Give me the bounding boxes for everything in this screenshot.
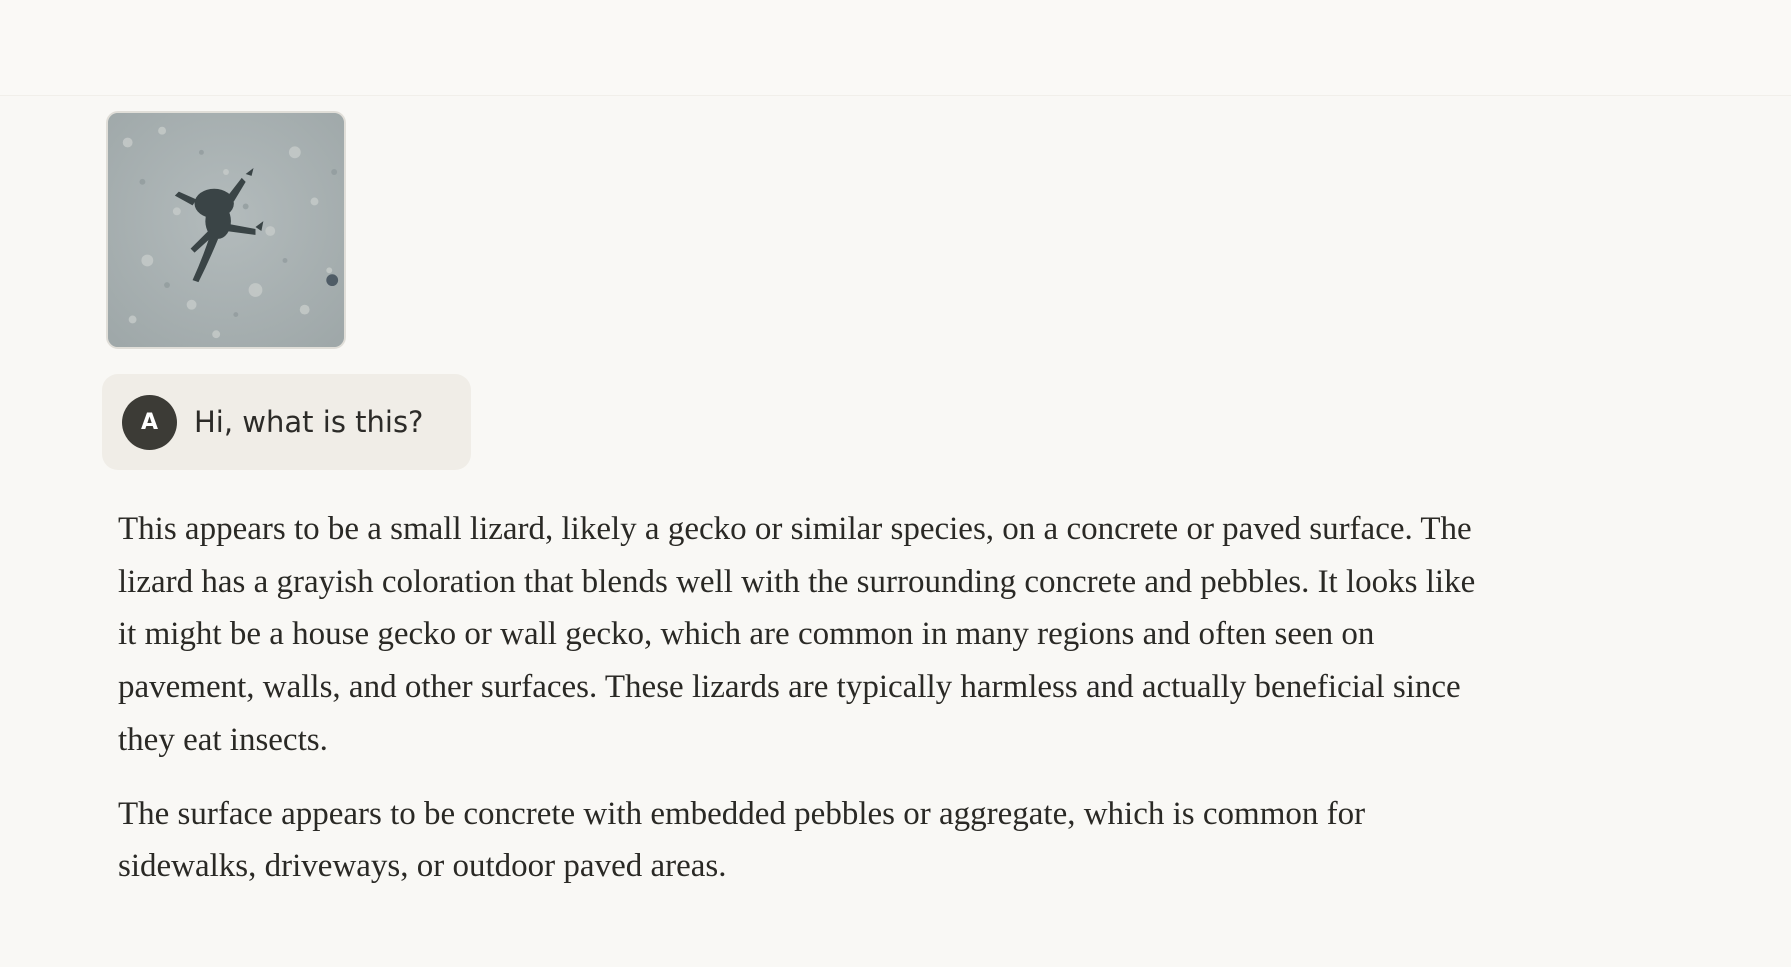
lizard-photo-icon <box>108 113 344 347</box>
chat-page: A Hi, what is this? This appears to be a… <box>0 0 1791 967</box>
user-message-bubble: A Hi, what is this? <box>102 374 472 470</box>
user-avatar: A <box>122 394 177 450</box>
assistant-message: This appears to be a small lizard, likel… <box>118 503 1488 914</box>
user-message-text: Hi, what is this? <box>194 405 424 439</box>
attached-image-thumbnail[interactable] <box>106 111 346 349</box>
assistant-paragraph: This appears to be a small lizard, likel… <box>118 511 1476 758</box>
assistant-paragraph: The surface appears to be concrete with … <box>118 795 1366 885</box>
header-bar <box>0 0 1791 96</box>
